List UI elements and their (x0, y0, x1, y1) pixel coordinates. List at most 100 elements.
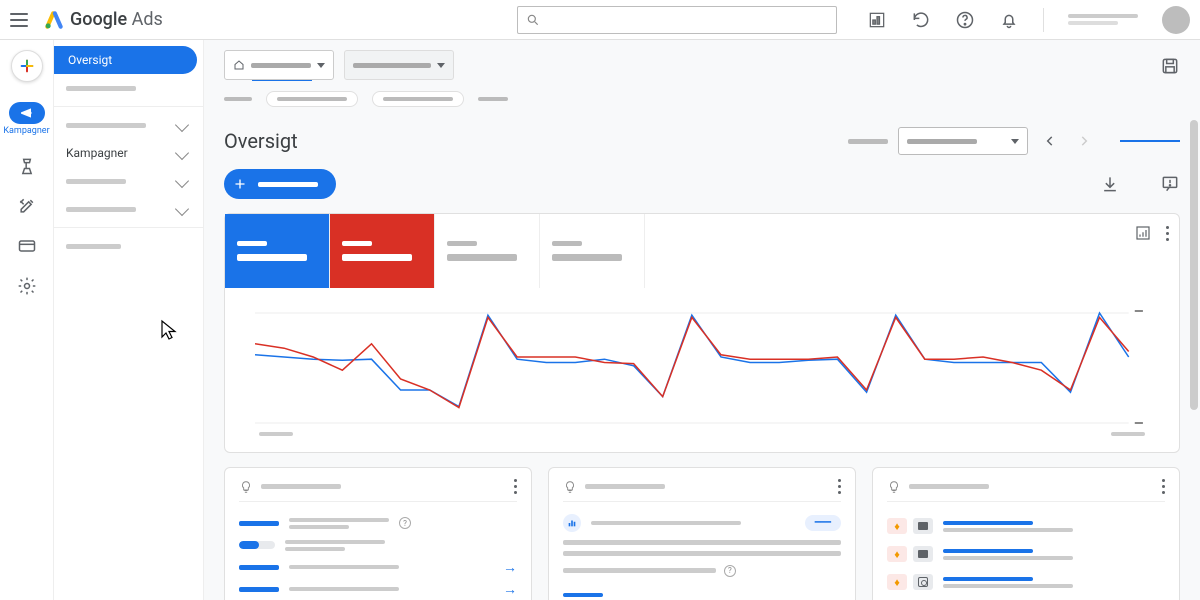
chevron-down-icon (175, 174, 189, 188)
lightbulb-icon (239, 480, 253, 494)
insight-card-2: ━━━ ? (548, 467, 856, 600)
caret-down-icon (317, 63, 325, 68)
plus-icon (232, 176, 248, 192)
list-item[interactable]: ? (239, 512, 517, 534)
sidebar-item-1[interactable] (54, 74, 203, 102)
arrow-right-icon: → (503, 559, 517, 576)
google-ads-logo-icon (44, 10, 64, 30)
title-row: Oversigt (224, 127, 1180, 155)
performance-chart-card (224, 213, 1180, 453)
progress-meter (239, 541, 275, 549)
sidebar-item-3[interactable] (54, 167, 203, 195)
scrollbar[interactable] (1190, 120, 1198, 410)
list-item[interactable]: ♦ (887, 568, 1165, 596)
search-container (517, 6, 837, 34)
chevron-down-icon (175, 202, 189, 216)
list-item[interactable]: ♦ (887, 540, 1165, 568)
date-range-dropdown[interactable] (898, 127, 1028, 155)
prev-period-button[interactable] (1038, 129, 1062, 153)
feedback-icon[interactable] (1160, 174, 1180, 194)
metric-tab-3[interactable] (435, 214, 540, 288)
card-menu-icon[interactable] (838, 479, 841, 494)
comparison-toggle[interactable] (1120, 140, 1180, 142)
arrow-right-icon: → (503, 581, 517, 598)
search-input[interactable] (517, 6, 837, 34)
account-dropdown[interactable] (224, 50, 334, 80)
rail-billing-icon[interactable] (17, 236, 37, 256)
avatar[interactable] (1162, 6, 1190, 34)
fire-icon: ♦ (887, 574, 907, 590)
lightbulb-icon (887, 480, 901, 494)
save-view-icon[interactable] (1160, 56, 1180, 76)
filter-chip-2[interactable] (372, 91, 464, 107)
metric-tab-4[interactable] (540, 214, 645, 288)
divider (54, 106, 203, 107)
sidebar-item-4[interactable] (54, 195, 203, 223)
menu-icon[interactable] (10, 8, 34, 32)
insight-card-3: ♦ ♦ ♦ (872, 467, 1180, 600)
create-button[interactable] (11, 50, 43, 82)
line-chart (255, 308, 1149, 428)
chart-menu-icon[interactable] (1166, 226, 1169, 241)
filter-chip-1[interactable] (266, 91, 358, 107)
date-range-controls (848, 127, 1180, 155)
caret-down-icon (437, 63, 445, 68)
help-icon[interactable] (955, 10, 975, 30)
new-campaign-button[interactable] (224, 169, 336, 199)
product-logo[interactable]: Google Ads (44, 9, 163, 30)
sidebar-campaigns-label: Kampagner (66, 146, 128, 160)
filter-label (224, 97, 252, 101)
divider (1043, 8, 1044, 32)
sidebar-item-2[interactable] (54, 111, 203, 139)
video-icon (913, 546, 933, 562)
campaign-dropdown[interactable] (344, 50, 454, 80)
sidebar-item-overview[interactable]: Oversigt (54, 46, 197, 74)
filter-more[interactable] (478, 97, 508, 101)
filter-chips-row (224, 91, 1160, 107)
rail-tools-icon[interactable] (17, 196, 37, 216)
info-icon[interactable]: ? (399, 517, 411, 529)
search-icon (526, 13, 540, 27)
x-axis-labels (255, 432, 1149, 436)
scope-selectors (224, 50, 1160, 80)
download-icon[interactable] (1100, 174, 1120, 194)
chart-badge-icon (563, 514, 581, 532)
action-row (224, 169, 1180, 199)
insight-card-1: ? → → → (224, 467, 532, 600)
sidebar: Oversigt Kampagner (54, 40, 204, 600)
caret-down-icon (1011, 139, 1019, 144)
home-icon (233, 59, 245, 71)
metric-tab-2[interactable] (330, 214, 435, 288)
metric-tab-1[interactable] (225, 214, 330, 288)
card-menu-icon[interactable] (514, 479, 517, 494)
account-switcher[interactable] (1068, 14, 1138, 25)
chart-card-tools (1134, 224, 1169, 242)
rail-goals-icon[interactable] (17, 156, 37, 176)
content-area: Oversigt (204, 40, 1200, 600)
card-menu-icon[interactable] (1162, 479, 1165, 494)
chart-body (225, 288, 1179, 442)
next-period-button[interactable] (1072, 129, 1096, 153)
product-name: Google Ads (70, 9, 163, 30)
video-icon (913, 518, 933, 534)
search-type-icon (913, 574, 933, 590)
rail-campaigns[interactable]: Kampagner (7, 102, 47, 136)
expand-chart-icon[interactable] (1134, 224, 1152, 242)
reports-icon[interactable] (867, 10, 887, 30)
list-item[interactable]: ♦ (887, 512, 1165, 540)
date-range-label (848, 139, 888, 144)
fire-icon: ♦ (887, 518, 907, 534)
list-item: ━━━ (563, 512, 841, 534)
refresh-icon[interactable] (911, 10, 931, 30)
lightbulb-icon (563, 480, 577, 494)
page-title: Oversigt (224, 129, 298, 153)
card-action-link[interactable] (563, 593, 603, 597)
rail-settings-icon[interactable] (17, 276, 37, 296)
list-item[interactable]: → (239, 578, 517, 600)
sidebar-item-campaigns[interactable]: Kampagner (54, 139, 203, 167)
info-icon[interactable]: ? (724, 565, 736, 577)
list-item[interactable]: → (239, 556, 517, 578)
sidebar-item-5[interactable] (54, 232, 203, 260)
notifications-icon[interactable] (999, 10, 1019, 30)
list-item[interactable] (239, 534, 517, 556)
